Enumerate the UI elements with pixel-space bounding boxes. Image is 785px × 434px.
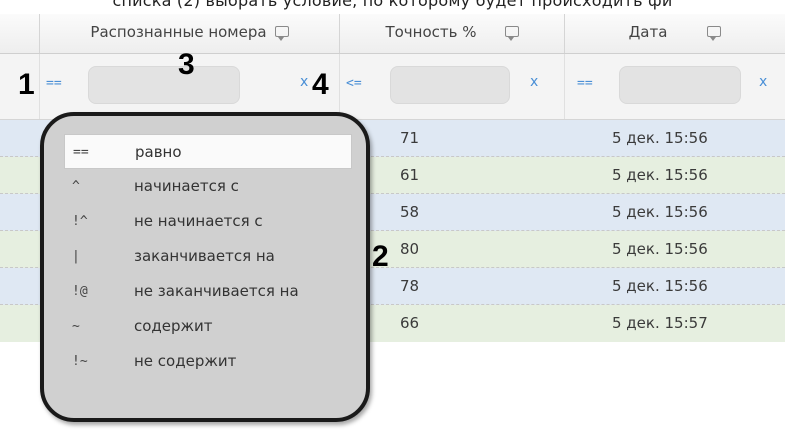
condition-option-not-starts-with[interactable]: !^ не начинается с <box>64 204 352 239</box>
clear-filter-accuracy[interactable]: x <box>530 74 538 90</box>
column-header-date-label: Дата <box>628 23 668 41</box>
date-cell: 5 дек. 15:57 <box>612 314 708 332</box>
condition-symbol: == <box>73 145 89 160</box>
filter-operator-accuracy[interactable]: <= <box>346 76 362 91</box>
condition-dropdown: == равно ^ начинается с !^ не начинается… <box>40 112 370 422</box>
filter-operator-plates[interactable]: == <box>46 76 62 91</box>
filter-input-date[interactable] <box>619 66 741 104</box>
accuracy-cell: 71 <box>400 129 420 147</box>
condition-label: равно <box>135 143 182 161</box>
condition-symbol: ^ <box>72 179 80 194</box>
callout-number-2: 2 <box>372 240 389 273</box>
filter-row: == x <= x == x <box>0 54 785 120</box>
condition-option-contains[interactable]: ~ содержит <box>64 309 352 344</box>
accuracy-cell: 58 <box>400 203 420 221</box>
condition-label: начинается с <box>134 177 239 195</box>
condition-option-not-contains[interactable]: !~ не содержит <box>64 344 352 379</box>
column-header-accuracy[interactable]: Точность % <box>340 14 565 53</box>
condition-symbol: !~ <box>72 354 88 369</box>
comment-icon[interactable] <box>274 26 289 41</box>
date-cell: 5 дек. 15:56 <box>612 277 708 295</box>
filter-cell-date: == x <box>565 54 785 119</box>
filter-input-accuracy[interactable] <box>390 66 510 104</box>
condition-label: не содержит <box>134 352 237 370</box>
column-header-date[interactable]: Дата <box>565 14 785 53</box>
data-grid: Распознанные номера Точность % Дата == x… <box>0 14 785 434</box>
condition-option-starts-with[interactable]: ^ начинается с <box>64 169 352 204</box>
row-selector-header <box>0 14 40 53</box>
condition-label: заканчивается на <box>134 247 275 265</box>
column-header-plates-label: Распознанные номера <box>90 23 267 41</box>
callout-number-4: 4 <box>312 68 329 101</box>
comment-icon[interactable] <box>707 26 722 41</box>
column-header-row: Распознанные номера Точность % Дата <box>0 14 785 54</box>
accuracy-cell: 78 <box>400 277 420 295</box>
condition-symbol: ~ <box>72 319 80 334</box>
condition-menu: == равно ^ начинается с !^ не начинается… <box>64 134 352 379</box>
filter-cell-accuracy: <= x <box>340 54 565 119</box>
date-cell: 5 дек. 15:56 <box>612 166 708 184</box>
condition-option-ends-with[interactable]: | заканчивается на <box>64 239 352 274</box>
date-cell: 5 дек. 15:56 <box>612 129 708 147</box>
condition-option-not-ends-with[interactable]: !@ не заканчивается на <box>64 274 352 309</box>
condition-symbol: !^ <box>72 214 88 229</box>
date-cell: 5 дек. 15:56 <box>612 203 708 221</box>
condition-label: не заканчивается на <box>134 282 299 300</box>
date-cell: 5 дек. 15:56 <box>612 240 708 258</box>
clear-filter-date[interactable]: x <box>759 74 767 90</box>
condition-symbol: !@ <box>72 284 88 299</box>
accuracy-cell: 61 <box>400 166 420 184</box>
filter-operator-date[interactable]: == <box>577 76 593 91</box>
condition-symbol: | <box>72 249 80 264</box>
condition-option-equals[interactable]: == равно <box>64 134 352 169</box>
callout-number-1: 1 <box>18 68 35 101</box>
condition-label: содержит <box>134 317 213 335</box>
accuracy-cell: 66 <box>400 314 420 332</box>
clear-filter-plates[interactable]: x <box>300 74 308 90</box>
column-header-accuracy-label: Точность % <box>385 23 477 41</box>
condition-label: не начинается с <box>134 212 263 230</box>
instruction-caption: списка (2) выбрать условие, по которому … <box>112 0 673 10</box>
filter-input-plates[interactable] <box>88 66 240 104</box>
comment-icon[interactable] <box>504 26 519 41</box>
callout-number-3: 3 <box>178 48 195 81</box>
accuracy-cell: 80 <box>400 240 420 258</box>
